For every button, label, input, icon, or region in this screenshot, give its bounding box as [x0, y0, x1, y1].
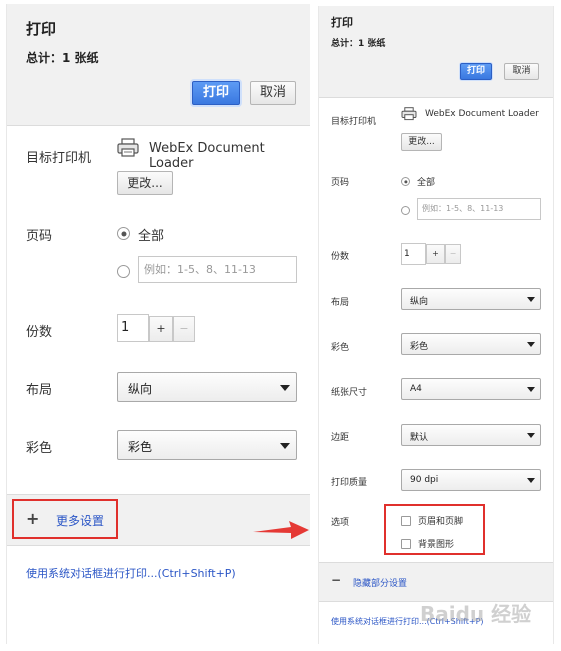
color-select-value: 彩色 [410, 342, 429, 352]
arrow-right-icon [253, 521, 309, 539]
copies-label: 份数 [26, 325, 53, 340]
hide-settings-link[interactable]: 隐藏部分设置 [353, 576, 407, 589]
page-title: 打印 [26, 20, 57, 38]
print-quality-select-value: 90 dpi [410, 475, 439, 485]
layout-select[interactable]: 纵向 [401, 288, 541, 310]
pages-all-label: 全部 [138, 229, 165, 244]
pages-all-label: 全部 [417, 178, 436, 188]
layout-label: 布局 [331, 298, 350, 308]
pages-input[interactable]: 例如：1-5、8、11-13 [138, 256, 297, 283]
color-select-value: 彩色 [128, 440, 153, 454]
sheet-total: 总计：1 张纸 [331, 39, 386, 49]
printer-icon [401, 107, 417, 121]
chevron-down-icon [527, 478, 535, 483]
chevron-down-icon [527, 387, 535, 392]
sheet-total: 总计：1 张纸 [26, 51, 99, 65]
chevron-down-icon [527, 433, 535, 438]
cancel-button[interactable]: 取消 [504, 63, 539, 80]
cancel-button[interactable]: 取消 [250, 81, 296, 105]
destination-label: 目标打印机 [331, 117, 377, 127]
margin-label: 边距 [331, 433, 350, 443]
pages-all-radio[interactable] [117, 227, 130, 240]
paper-size-label: 纸张尺寸 [331, 388, 368, 398]
chevron-down-icon [280, 443, 290, 449]
destination-label: 目标打印机 [26, 151, 92, 166]
highlight-box [384, 504, 485, 555]
copies-decrement-button[interactable]: − [445, 244, 461, 264]
layout-select-value: 纵向 [410, 297, 429, 307]
minus-icon: − [331, 573, 342, 587]
color-select[interactable]: 彩色 [401, 333, 541, 355]
margin-select[interactable]: 默认 [401, 424, 541, 446]
printer-name: WebEx Document Loader [149, 141, 265, 171]
print-header: 打印 总计：1 张纸 打印 取消 [7, 4, 310, 126]
watermark: Baidu 经验 [420, 602, 532, 626]
pages-custom-radio[interactable] [117, 265, 130, 278]
color-label: 彩色 [331, 343, 350, 353]
pages-label: 页码 [26, 229, 53, 244]
page-title: 打印 [331, 16, 353, 29]
print-button[interactable]: 打印 [192, 81, 240, 105]
layout-select[interactable]: 纵向 [117, 372, 297, 402]
layout-select-value: 纵向 [128, 382, 153, 396]
print-settings-panel-expanded: 打印 总计：1 张纸 打印 取消 目标打印机 WebEx Document Lo… [318, 6, 554, 644]
system-dialog-link[interactable]: 使用系统对话框进行打印...(Ctrl+Shift+P) [26, 565, 236, 581]
margin-select-value: 默认 [410, 433, 429, 443]
copies-increment-button[interactable]: + [426, 244, 445, 264]
paper-size-select-value: A4 [410, 384, 422, 394]
change-printer-button[interactable]: 更改... [117, 171, 173, 195]
color-select[interactable]: 彩色 [117, 430, 297, 460]
printer-name: WebEx Document Loader [425, 109, 539, 119]
printer-icon [117, 138, 139, 157]
highlight-box [12, 499, 118, 539]
copies-label: 份数 [331, 252, 350, 262]
print-quality-select[interactable]: 90 dpi [401, 469, 541, 491]
pages-input[interactable]: 例如：1-5、8、11-13 [417, 198, 541, 220]
print-header: 打印 总计：1 张纸 打印 取消 [319, 6, 553, 98]
options-label: 选项 [331, 518, 350, 528]
layout-label: 布局 [26, 383, 53, 398]
pages-all-radio[interactable] [401, 177, 410, 186]
color-label: 彩色 [26, 441, 53, 456]
copies-input[interactable]: 1 [401, 243, 426, 265]
print-button[interactable]: 打印 [460, 63, 492, 80]
print-settings-panel-collapsed: 打印 总计：1 张纸 打印 取消 目标打印机 WebEx Document Lo… [6, 4, 310, 644]
print-quality-label: 打印质量 [331, 478, 368, 488]
chevron-down-icon [280, 385, 290, 391]
copies-increment-button[interactable]: + [149, 316, 173, 342]
chevron-down-icon [527, 342, 535, 347]
copies-decrement-button[interactable]: − [173, 316, 195, 342]
copies-input[interactable]: 1 [117, 314, 149, 342]
paper-size-select[interactable]: A4 [401, 378, 541, 400]
chevron-down-icon [527, 297, 535, 302]
change-printer-button[interactable]: 更改... [401, 133, 442, 151]
pages-label: 页码 [331, 178, 350, 188]
pages-custom-radio[interactable] [401, 206, 410, 215]
